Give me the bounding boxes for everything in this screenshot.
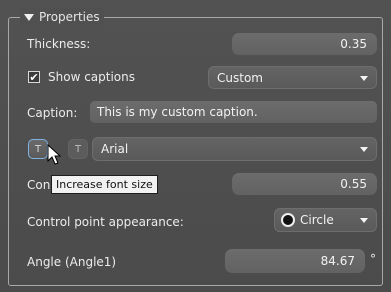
circle-shape-icon [281,213,295,227]
caption-input[interactable]: This is my custom caption. [90,101,377,123]
chevron-down-icon [360,75,368,81]
control-point-label: Control point appearance: [27,215,184,229]
angle-unit: ° [370,252,376,266]
caption-mode-value: Custom [217,70,263,85]
properties-header[interactable]: Properties [20,8,104,26]
tooltip-text: Increase font size [56,178,153,191]
increase-font-icon: T [34,143,42,155]
font-family-value: Arial [101,142,129,156]
control-value: 0.55 [340,177,367,191]
thickness-label: Thickness: [27,37,91,51]
caption-label: Caption: [27,106,78,120]
chevron-down-icon [360,147,368,152]
angle-label: Angle (Angle1) [27,255,117,269]
angle-value: 84.67 [320,254,355,268]
chevron-down-icon [360,218,368,223]
caption-mode-dropdown[interactable]: Custom [208,66,377,89]
control-point-value: Circle [300,213,334,227]
font-family-dropdown[interactable]: Arial [92,137,377,161]
increase-font-size-button[interactable]: T [28,139,48,159]
collapse-triangle-icon[interactable] [24,13,34,21]
decrease-font-size-button[interactable]: T [68,139,88,159]
properties-panel: Properties Thickness: 0.35 ✔ Show captio… [0,0,391,292]
decrease-font-icon: T [74,143,82,155]
show-captions-checkbox[interactable]: ✔ [28,71,40,83]
control-value-field[interactable]: 0.55 [232,173,377,195]
mouse-cursor-icon [47,144,61,165]
angle-field[interactable]: 84.67 [225,249,365,273]
control-row-label: Con [27,178,51,192]
caption-text: This is my custom caption. [97,105,258,119]
thickness-field[interactable]: 0.35 [232,33,377,55]
font-size-tooltip: Increase font size [51,175,158,194]
properties-title: Properties [39,10,100,24]
show-captions-label: Show captions [48,70,135,84]
control-point-dropdown[interactable]: Circle [274,208,377,232]
thickness-value: 0.35 [340,37,367,51]
